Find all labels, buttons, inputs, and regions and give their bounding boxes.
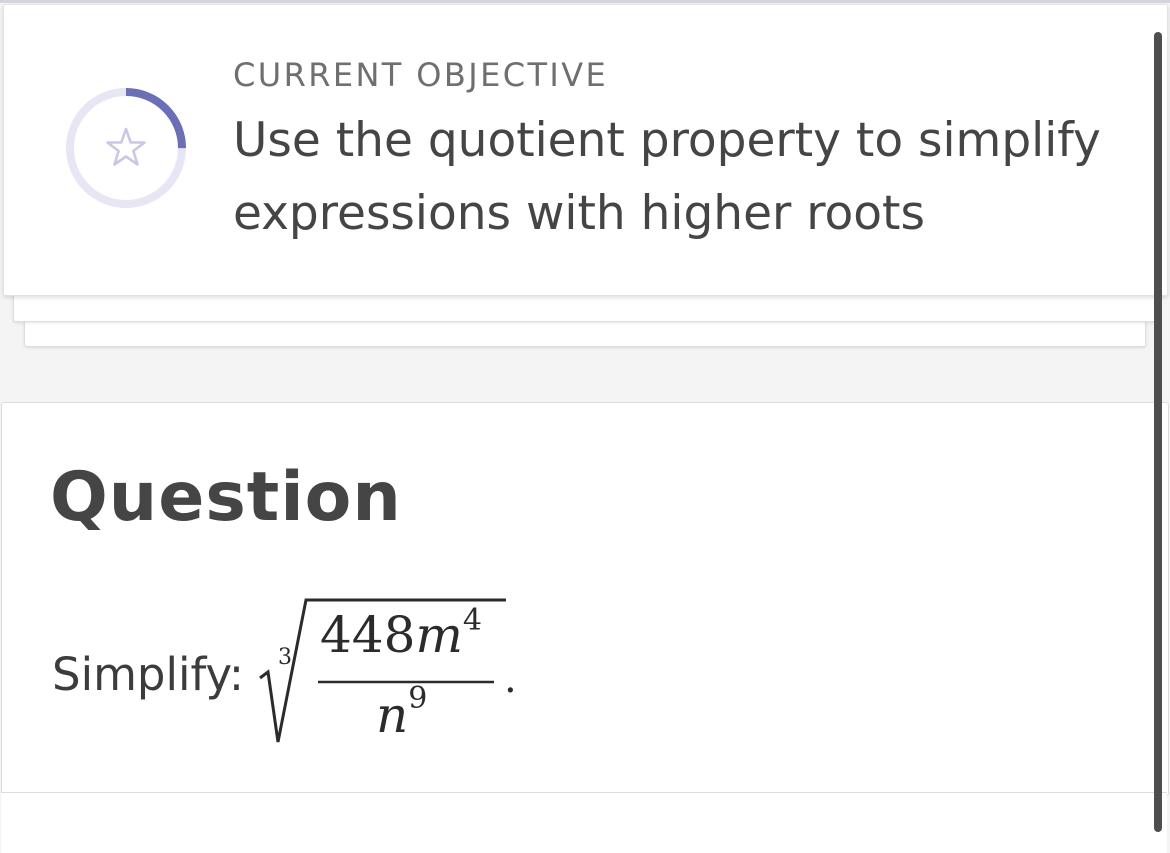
numerator: 448m4 [320,603,482,664]
objective-progress-ring [66,88,186,208]
trailing-period: . [504,656,517,702]
question-heading: Question [50,458,402,537]
question-prompt: Simplify: [52,648,245,701]
top-border [0,0,1170,3]
denominator-variable: n [376,686,408,744]
denominator-exponent: 9 [408,681,427,716]
root-index: 3 [278,645,292,670]
radical-expression: 3 448m4 n9 . [259,598,517,744]
next-card [1,792,1167,853]
denominator: n9 [376,681,427,744]
numerator-exponent: 4 [463,603,482,638]
scrollbar[interactable] [1154,32,1162,832]
star-icon [106,127,146,166]
objective-label: CURRENT OBJECTIVE [233,56,609,94]
objective-text: Use the quotient property to simplify ex… [233,113,1101,241]
numerator-coefficient: 448 [320,606,415,664]
numerator-variable: m [415,606,462,664]
